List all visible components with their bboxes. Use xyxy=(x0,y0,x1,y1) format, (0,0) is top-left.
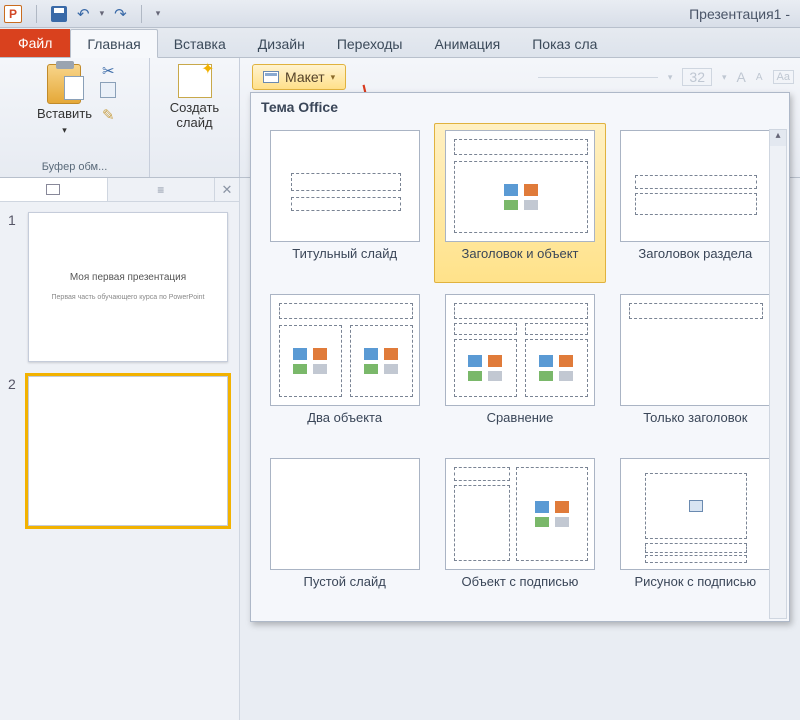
thumbnail-tab-outline[interactable]: ≡ xyxy=(108,178,216,201)
chevron-down-icon: ▾ xyxy=(331,72,336,83)
layout-preview xyxy=(445,294,595,406)
layout-option[interactable]: Титульный слайд xyxy=(259,123,430,283)
layout-option-label: Рисунок с подписью xyxy=(634,574,756,606)
slide-thumbnail-pane: ≡ ✕ 1Моя первая презентацияПервая часть … xyxy=(0,178,240,720)
save-icon[interactable] xyxy=(51,6,67,22)
layout-option[interactable]: Сравнение xyxy=(434,287,605,447)
outline-tab-icon: ≡ xyxy=(157,183,164,197)
layout-preview xyxy=(620,458,770,570)
gallery-scrollbar[interactable]: ▴ xyxy=(769,129,787,619)
undo-dropdown-icon[interactable]: ▾ xyxy=(100,8,105,19)
layout-option[interactable]: Заголовок раздела xyxy=(610,123,781,283)
layout-option-label: Объект с подписью xyxy=(462,574,579,606)
thumbnail-number: 2 xyxy=(8,376,20,526)
new-slide-button[interactable]: Создать слайд xyxy=(164,62,225,132)
slide-thumbnail[interactable]: Моя первая презентацияПервая часть обуча… xyxy=(28,212,228,362)
layout-option[interactable]: Только заголовок xyxy=(610,287,781,447)
document-title: Презентация1 - xyxy=(160,6,796,22)
format-painter-icon[interactable]: ✎ xyxy=(102,106,118,122)
group-label-clipboard: Буфер обм... xyxy=(42,161,108,175)
ribbon-font-disabled: ▾ 32▾ AA Aa xyxy=(538,68,794,86)
thumbnail-pane-close[interactable]: ✕ xyxy=(215,178,239,201)
layout-option-label: Пустой слайд xyxy=(304,574,386,606)
layout-button[interactable]: Макет ▾ xyxy=(252,64,346,90)
tab-animation[interactable]: Анимация xyxy=(419,30,517,57)
layout-option-label: Два объекта xyxy=(307,410,382,442)
undo-icon[interactable]: ↶ xyxy=(77,5,90,23)
new-slide-icon xyxy=(178,64,212,98)
paste-icon xyxy=(47,64,81,104)
thumbnail-tabs: ≡ ✕ xyxy=(0,178,239,202)
layout-preview xyxy=(620,294,770,406)
app-icon: P xyxy=(4,5,22,23)
layout-gallery: Тема Office Титульный слайд Заголовок и о… xyxy=(250,92,790,622)
layout-icon xyxy=(263,71,279,83)
quick-access-toolbar: ↶ ▾ ↷ ▾ xyxy=(32,5,160,23)
thumbnail-number: 1 xyxy=(8,212,20,362)
layout-preview xyxy=(620,130,770,242)
layout-preview xyxy=(445,130,595,242)
slide-thumbnail[interactable] xyxy=(28,376,228,526)
thumbnail-row[interactable]: 1Моя первая презентацияПервая часть обуч… xyxy=(8,212,231,362)
layout-option-label: Только заголовок xyxy=(643,410,747,442)
slides-tab-icon xyxy=(46,184,60,195)
layout-option-label: Сравнение xyxy=(487,410,554,442)
thumbnail-tab-slides[interactable] xyxy=(0,178,108,201)
layout-preview xyxy=(270,458,420,570)
redo-icon[interactable]: ↷ xyxy=(114,5,127,23)
cut-icon[interactable]: ✂ xyxy=(102,62,118,78)
layout-option[interactable]: Заголовок и объект xyxy=(434,123,605,283)
paste-button[interactable]: Вставить▾ xyxy=(31,62,98,138)
ribbon: Вставить▾ ✂ ✎ Буфер обм... Создать слайд… xyxy=(0,58,800,178)
ribbon-tabs: Файл Главная Вставка Дизайн Переходы Ани… xyxy=(0,28,800,58)
layout-option-label: Заголовок раздела xyxy=(638,246,752,278)
layout-option-label: Титульный слайд xyxy=(292,246,397,278)
thumbnail-row[interactable]: 2 xyxy=(8,376,231,526)
tab-insert[interactable]: Вставка xyxy=(158,30,242,57)
copy-icon[interactable] xyxy=(102,84,118,100)
layout-option[interactable]: Два объекта xyxy=(259,287,430,447)
layout-preview xyxy=(270,130,420,242)
tab-transitions[interactable]: Переходы xyxy=(321,30,419,57)
tab-file[interactable]: Файл xyxy=(0,29,70,57)
layout-option-label: Заголовок и объект xyxy=(461,246,578,278)
group-slides: Создать слайд xyxy=(150,58,240,177)
scroll-up-icon[interactable]: ▴ xyxy=(770,130,786,146)
layout-button-label: Макет xyxy=(285,69,325,85)
gallery-header: Тема Office xyxy=(251,93,789,119)
group-clipboard: Вставить▾ ✂ ✎ Буфер обм... xyxy=(0,58,150,177)
layout-option[interactable]: Объект с подписью xyxy=(434,451,605,611)
tab-home[interactable]: Главная xyxy=(70,29,157,58)
layout-option[interactable]: Пустой слайд xyxy=(259,451,430,611)
layout-preview xyxy=(270,294,420,406)
title-bar: P ↶ ▾ ↷ ▾ Презентация1 - xyxy=(0,0,800,28)
tab-slideshow[interactable]: Показ сла xyxy=(516,30,613,57)
layout-preview xyxy=(445,458,595,570)
layout-option[interactable]: Рисунок с подписью xyxy=(610,451,781,611)
tab-design[interactable]: Дизайн xyxy=(242,30,321,57)
